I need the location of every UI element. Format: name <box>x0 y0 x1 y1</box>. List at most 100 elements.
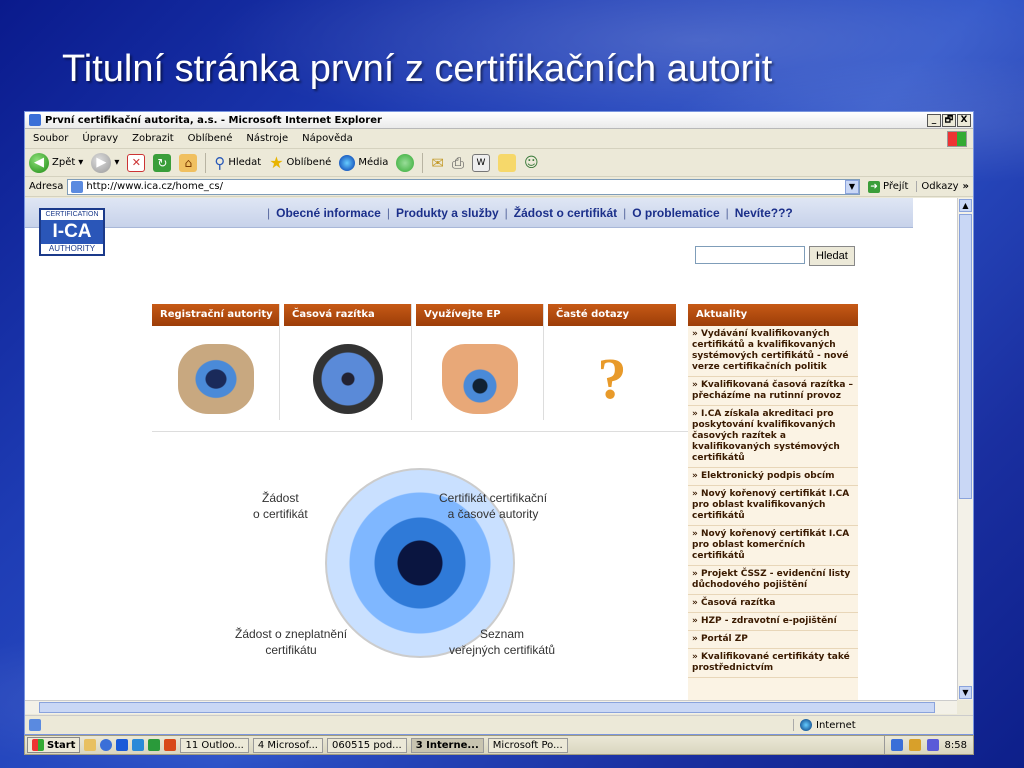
nav-request-certificate[interactable]: Žádost o certifikát <box>514 206 617 220</box>
tab-use-electronic-signature[interactable]: Využívejte EP <box>416 304 544 420</box>
nav-separator: | <box>623 206 627 220</box>
menu-favorites[interactable]: Oblíbené <box>188 133 233 144</box>
address-input[interactable]: http://www.ica.cz/home_cs/ ▼ <box>67 178 860 195</box>
mail-icon[interactable]: ✉ <box>431 154 444 172</box>
minimize-button[interactable]: _ <box>927 113 941 127</box>
star-icon: ★ <box>269 153 284 172</box>
menu-edit[interactable]: Úpravy <box>82 133 118 144</box>
search-button[interactable]: ⚲ Hledat <box>214 154 261 172</box>
news-item[interactable]: » Nový kořenový certifikát I.CA pro obla… <box>688 526 858 566</box>
search-label: Hledat <box>228 157 262 168</box>
news-item[interactable]: » Portál ZP <box>688 631 858 649</box>
nav-general-info[interactable]: Obecné informace <box>276 206 381 220</box>
news-item[interactable]: » Elektronický podpis obcím <box>688 468 858 486</box>
link-request-certificate[interactable]: Žádost o certifikát <box>253 490 308 522</box>
window-title: První certifikační autorita, a.s. - Micr… <box>45 114 382 126</box>
powerpoint-icon[interactable] <box>164 739 177 751</box>
toolbar: ◀ Zpět ▾ ▶ ▾ ✕ ↻ ⌂ ⚲ Hledat ★ Oblíbené M… <box>25 149 973 177</box>
news-item[interactable]: » HZP - zdravotní e-pojištění <box>688 613 858 631</box>
news-item[interactable]: » Kvalifikovaná časová razítka – přecház… <box>688 377 858 406</box>
start-button[interactable]: Start <box>27 737 81 753</box>
menu-bar: Soubor Úpravy Zobrazit Oblíbené Nástroje… <box>25 129 973 149</box>
favorites-label: Oblíbené <box>286 157 332 168</box>
taskbar: Start 11 Outloo... 4 Microsof... 060515 … <box>24 735 974 755</box>
chevron-down-icon[interactable]: ▾ <box>114 157 119 168</box>
task-powerpoint[interactable]: Microsoft Po... <box>487 737 568 753</box>
menu-tools[interactable]: Nástroje <box>246 133 288 144</box>
window-titlebar[interactable]: První certifikační autorita, a.s. - Micr… <box>25 112 973 129</box>
nav-faq-unsure[interactable]: Nevíte??? <box>735 206 793 220</box>
tab-registration-authorities[interactable]: Registrační autority <box>152 304 280 420</box>
news-item[interactable]: » Kvalifikované certifikáty také prostře… <box>688 649 858 678</box>
refresh-icon[interactable]: ↻ <box>153 153 172 172</box>
chevron-right-icon[interactable]: » <box>963 181 973 192</box>
links-button[interactable]: Odkazy <box>916 181 959 192</box>
globe-icon <box>800 719 812 731</box>
news-item[interactable]: » Časová razítka <box>688 595 858 613</box>
forward-button[interactable]: ▶ ▾ <box>91 152 119 173</box>
task-outlook[interactable]: 11 Outloo... <box>180 737 249 753</box>
tab-faq[interactable]: Časté dotazy ? <box>548 304 676 420</box>
stop-icon[interactable]: ✕ <box>127 153 146 172</box>
eye-map-icon <box>177 344 254 414</box>
news-item[interactable]: » Projekt ČSSZ - evidenční listy důchodo… <box>688 566 858 595</box>
menu-file[interactable]: Soubor <box>33 133 68 144</box>
history-icon[interactable] <box>396 153 415 172</box>
ica-logo[interactable]: CERTIFICATION I-CA AUTHORITY <box>39 208 105 256</box>
windows-logo-icon <box>32 739 44 751</box>
link-revocation-request[interactable]: Žádost o zneplatnění certifikátu <box>235 626 347 658</box>
go-button[interactable]: ➜ Přejít <box>864 180 912 193</box>
task-word[interactable]: 4 Microsof... <box>252 737 323 753</box>
antivirus-icon[interactable] <box>908 739 921 751</box>
media-player-icon[interactable] <box>116 739 129 751</box>
menu-help[interactable]: Nápověda <box>302 133 353 144</box>
browser-window: První certifikační autorita, a.s. - Micr… <box>24 111 974 735</box>
word-icon[interactable] <box>132 739 145 751</box>
horizontal-scrollbar[interactable] <box>25 700 957 714</box>
site-search: Hledat <box>695 246 855 266</box>
chevron-down-icon[interactable]: ▾ <box>78 157 83 168</box>
back-button[interactable]: ◀ Zpět ▾ <box>29 152 83 173</box>
news-item[interactable]: » I.CA získala akreditaci pro poskytován… <box>688 406 858 468</box>
nav-products[interactable]: Produkty a služby <box>396 206 499 220</box>
news-panel: Aktuality » Vydávání kvalifikovaných cer… <box>688 304 858 700</box>
discuss-icon[interactable] <box>497 153 516 172</box>
ie-icon[interactable] <box>100 739 113 751</box>
media-button[interactable]: Média <box>339 154 388 171</box>
site-search-input[interactable] <box>695 246 805 264</box>
site-nav-bar: | Obecné informace | Produkty a služby |… <box>25 198 913 228</box>
scroll-thumb[interactable] <box>39 702 935 713</box>
back-label: Zpět <box>52 157 76 168</box>
home-icon[interactable]: ⌂ <box>179 153 198 172</box>
favorites-button[interactable]: ★ Oblíbené <box>269 153 331 172</box>
close-button[interactable]: X <box>957 113 971 127</box>
task-internet-explorer[interactable]: 3 Interne... <box>410 737 484 753</box>
restore-button[interactable]: 🗗 <box>942 113 956 127</box>
link-public-certificates[interactable]: Seznam veřejných certifikátů <box>449 626 555 658</box>
network-icon[interactable] <box>890 739 903 751</box>
nav-separator: | <box>504 206 508 220</box>
messenger-icon[interactable]: ☺ <box>524 155 539 171</box>
link-authority-certificate[interactable]: Certifikát certifikační a časové autorit… <box>439 490 547 522</box>
site-search-button[interactable]: Hledat <box>809 246 855 266</box>
print-icon[interactable]: ⎙ <box>452 154 464 172</box>
tab-label: Registrační autority <box>152 304 279 326</box>
excel-icon[interactable] <box>148 739 161 751</box>
news-item[interactable]: » Vydávání kvalifikovaných certifikátů a… <box>688 326 858 377</box>
nav-about[interactable]: O problematice <box>632 206 719 220</box>
tab-timestamps[interactable]: Časová razítka <box>284 304 412 420</box>
news-item[interactable]: » Nový kořenový certifikát I.CA pro obla… <box>688 486 858 526</box>
go-label: Přejít <box>883 181 909 192</box>
edit-icon[interactable]: W <box>471 153 490 172</box>
scroll-thumb[interactable] <box>959 214 972 499</box>
vertical-scrollbar[interactable]: ▲ ▼ <box>957 198 973 700</box>
folder-icon[interactable] <box>84 739 97 751</box>
task-folder[interactable]: 060515 pod... <box>327 737 407 753</box>
scroll-down-icon[interactable]: ▼ <box>959 686 972 699</box>
chevron-down-icon[interactable]: ▼ <box>845 179 859 194</box>
status-bar: Internet <box>25 715 973 734</box>
windows-logo-icon <box>947 130 967 147</box>
menu-view[interactable]: Zobrazit <box>132 133 174 144</box>
volume-icon[interactable] <box>926 739 939 751</box>
scroll-up-icon[interactable]: ▲ <box>959 199 972 212</box>
